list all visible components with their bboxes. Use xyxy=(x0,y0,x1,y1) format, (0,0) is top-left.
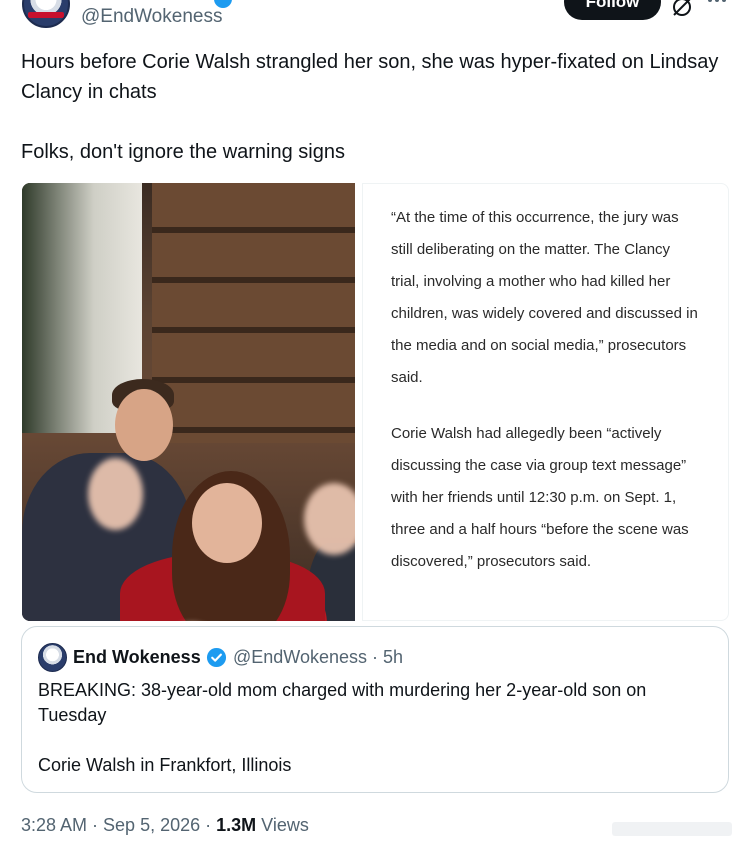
quoted-handle-time: @EndWokeness · 5h xyxy=(233,647,404,667)
tweet-header: @EndWokeness Follow xyxy=(0,0,745,40)
author-avatar[interactable] xyxy=(22,0,70,28)
more-icon[interactable] xyxy=(705,0,729,8)
tweet-text: Hours before Corie Walsh strangled her s… xyxy=(21,47,721,167)
grok-icon[interactable] xyxy=(670,0,694,18)
tweet-text-line: Folks, don't ignore the warning signs xyxy=(21,141,345,163)
tweet-media[interactable]: “At the time of this occurrence, the jur… xyxy=(22,183,729,621)
family-photo[interactable] xyxy=(22,183,355,621)
article-paragraph: Corie Walsh had allegedly been “actively… xyxy=(391,425,689,570)
views-count: 1.3M xyxy=(216,815,257,835)
watermark-image xyxy=(612,822,732,836)
quoted-author-name: End Wokeness xyxy=(73,647,201,667)
quoted-text-line: Corie Walsh in Frankfort, Illinois xyxy=(38,755,292,775)
article-paragraph: “At the time of this occurrence, the jur… xyxy=(391,209,698,386)
tweet-timestamp[interactable]: 3:28 AM · Sep 5, 2026 · xyxy=(21,815,216,835)
follow-button[interactable]: Follow xyxy=(564,0,661,20)
quoted-tweet-text: BREAKING: 38-year-old mom charged with m… xyxy=(38,678,708,778)
verified-badge-icon xyxy=(206,647,227,668)
tweet-meta: 3:28 AM · Sep 5, 2026 · 1.3M Views xyxy=(21,815,309,836)
quoted-tweet[interactable]: End Wokeness @EndWokeness · 5h BREAKING:… xyxy=(21,626,729,793)
quoted-text-line: BREAKING: 38-year-old mom charged with m… xyxy=(38,680,647,725)
quoted-author-avatar xyxy=(38,643,67,672)
author-handle[interactable]: @EndWokeness xyxy=(81,6,222,28)
tweet-text-line: Hours before Corie Walsh strangled her s… xyxy=(21,51,719,103)
article-excerpt-image[interactable]: “At the time of this occurrence, the jur… xyxy=(362,183,729,621)
views-label: Views xyxy=(256,815,309,835)
